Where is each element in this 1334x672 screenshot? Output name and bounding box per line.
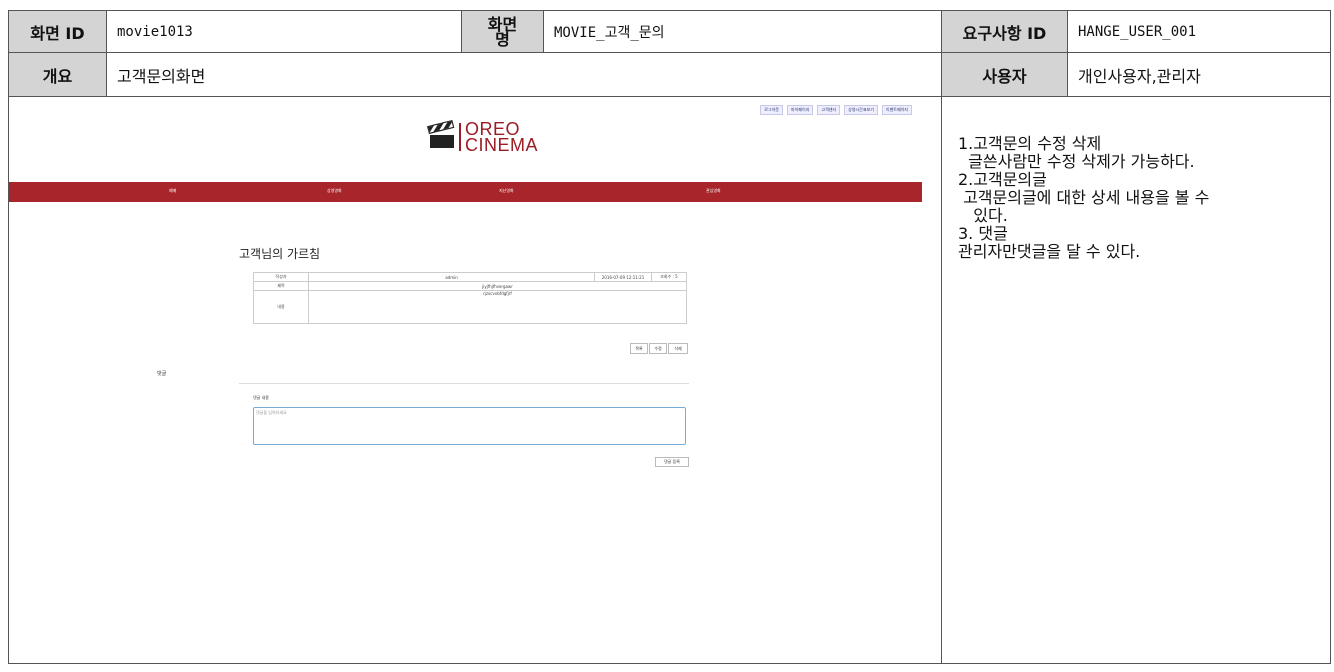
logo-line-2: CINEMA [465, 135, 539, 155]
delete-button[interactable]: 삭제 [668, 343, 688, 354]
list-button[interactable]: 목록 [630, 343, 648, 354]
spec-sheet: 화면 ID movie1013 화면명 MOVIE_고객_문의 요구사항 ID … [8, 10, 1331, 664]
page-title: 고객님의 가르침 [239, 247, 321, 261]
req-id-value: HANGE_USER_001 [1067, 10, 1331, 53]
logo-divider [459, 123, 461, 151]
reply-section-label: 댓글 [157, 371, 167, 377]
requirement-notes: 1.고객문의 수정 삭제 글쓴사람만 수정 삭제가 가능하다. 2.고객문의글 … [941, 96, 1331, 664]
date-value: 2016-07-09 12:11:21 [594, 272, 652, 282]
reply-textarea[interactable]: 댓글을 입력하세요 [253, 407, 686, 445]
user-value: 개인사용자,관리자 [1067, 52, 1331, 97]
top-link-schedule[interactable]: 상영시간표보기 [844, 105, 878, 115]
subject-label: 제목 [253, 281, 309, 291]
reply-divider [239, 383, 689, 384]
screen-id-value: movie1013 [106, 10, 462, 53]
req-id-label: 요구사항 ID [941, 10, 1068, 53]
top-link-support[interactable]: 고객센터 [817, 105, 841, 115]
top-link-logout[interactable]: 로그아웃 [760, 105, 783, 115]
nav-item-now-showing[interactable]: 상영영화 [327, 188, 342, 194]
nav-item-past-movies[interactable]: 지난영화 [499, 188, 514, 194]
writer-label: 작성자 [253, 272, 309, 282]
user-label: 사용자 [941, 52, 1068, 97]
overview-label: 개요 [8, 52, 107, 97]
screen-name-label-text: 화면명 [487, 14, 518, 49]
screen-name-label: 화면명 [461, 10, 544, 53]
views-value: 조회수 : 5 [651, 272, 687, 282]
screen-mockup-cell: 로그아웃 마이페이지 고객센터 상영시간표보기 이벤트페이지 OREO CINE… [8, 96, 942, 665]
nav-item-favorites[interactable]: 관심영화 [706, 188, 721, 194]
reply-submit-button[interactable]: 댓글 등록 [655, 457, 689, 467]
top-links: 로그아웃 마이페이지 고객센터 상영시간표보기 이벤트페이지 [760, 105, 912, 115]
writer-value: admin [308, 272, 595, 282]
nav-item-booking[interactable]: 예매 [169, 188, 176, 194]
content-label: 내용 [253, 290, 309, 324]
top-link-event[interactable]: 이벤트페이지 [881, 105, 912, 115]
screen-name-value: MOVIE_고객_문의 [543, 10, 942, 53]
clapperboard-icon [427, 119, 455, 148]
top-link-mypage[interactable]: 마이페이지 [787, 105, 814, 115]
screen-mockup: 로그아웃 마이페이지 고객센터 상영시간표보기 이벤트페이지 OREO CINE… [9, 97, 942, 665]
logo-text: OREO CINEMA [465, 120, 539, 155]
content-value: rjzxcvvbfdgfjrf [308, 290, 687, 324]
overview-value: 고객문의화면 [106, 52, 942, 97]
edit-button[interactable]: 수정 [649, 343, 667, 354]
main-nav: 예매 상영영화 지난영화 관심영화 [9, 182, 922, 202]
screen-id-label: 화면 ID [8, 10, 107, 53]
cinema-logo[interactable]: OREO CINEMA [427, 119, 539, 155]
subject-value: jiyjfhjfhsergawr [308, 281, 687, 291]
inquiry-detail-table: 작성자 admin 2016-07-09 12:11:21 조회수 : 5 제목… [253, 272, 687, 324]
reply-content-label: 댓글 내용 [253, 395, 269, 400]
